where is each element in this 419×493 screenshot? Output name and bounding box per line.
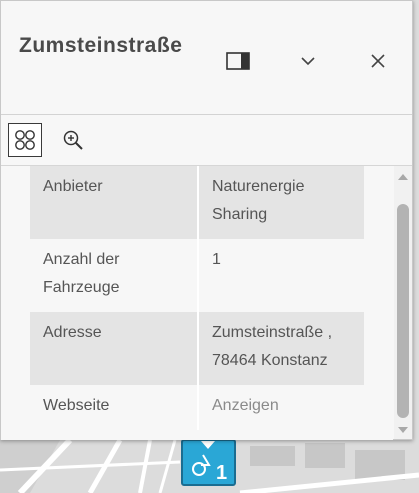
table-row: Webseite Anzeigen (30, 385, 364, 430)
feature-popup: Zumsteinstraße Anbieter Naturenergie Sha… (0, 0, 413, 440)
attribute-value: 1 (212, 251, 221, 268)
table-row: Adresse Zumsteinstraße , 78464 Konstanz (30, 312, 364, 385)
close-button[interactable] (362, 45, 394, 77)
attribute-key: Adresse (30, 312, 199, 385)
feature-grid-icon (15, 130, 35, 150)
popup-title: Zumsteinstraße (19, 34, 183, 57)
scrollbar[interactable] (394, 166, 412, 439)
scroll-up-arrow-icon[interactable] (398, 174, 408, 180)
attribute-value: Zumsteinstraße , 78464 Konstanz (198, 312, 364, 385)
table-row: Anzahl der Fahrzeuge 1 (30, 239, 364, 312)
scroll-down-arrow-icon[interactable] (398, 427, 408, 433)
dock-panel-icon (226, 52, 250, 70)
zoom-to-icon (63, 130, 83, 150)
svg-text:1: 1 (216, 462, 227, 484)
popup-header: Zumsteinstraße (1, 1, 412, 115)
attribute-key: Anzahl der Fahrzeuge (30, 239, 199, 312)
scrollbar-thumb[interactable] (397, 204, 409, 418)
popup-content[interactable]: Anbieter Naturenergie Sharing Anzahl der… (1, 166, 393, 440)
attribute-value: Naturenergie Sharing (198, 166, 364, 239)
dock-button[interactable] (222, 45, 254, 77)
table-row: Anbieter Naturenergie Sharing (30, 166, 364, 239)
attribute-table: Anbieter Naturenergie Sharing Anzahl der… (30, 166, 364, 430)
website-link[interactable]: Anzeigen (198, 385, 364, 430)
attribute-key: Anbieter (30, 166, 199, 239)
bike-sharing-station-icon[interactable]: 1 (181, 439, 236, 486)
popup-toolbar (1, 115, 412, 166)
attribute-key: Webseite (30, 385, 199, 430)
features-button[interactable] (8, 123, 42, 157)
collapse-button[interactable] (292, 45, 324, 77)
chevron-down-icon (301, 57, 315, 66)
zoom-to-button[interactable] (56, 123, 90, 157)
close-icon (371, 54, 385, 68)
